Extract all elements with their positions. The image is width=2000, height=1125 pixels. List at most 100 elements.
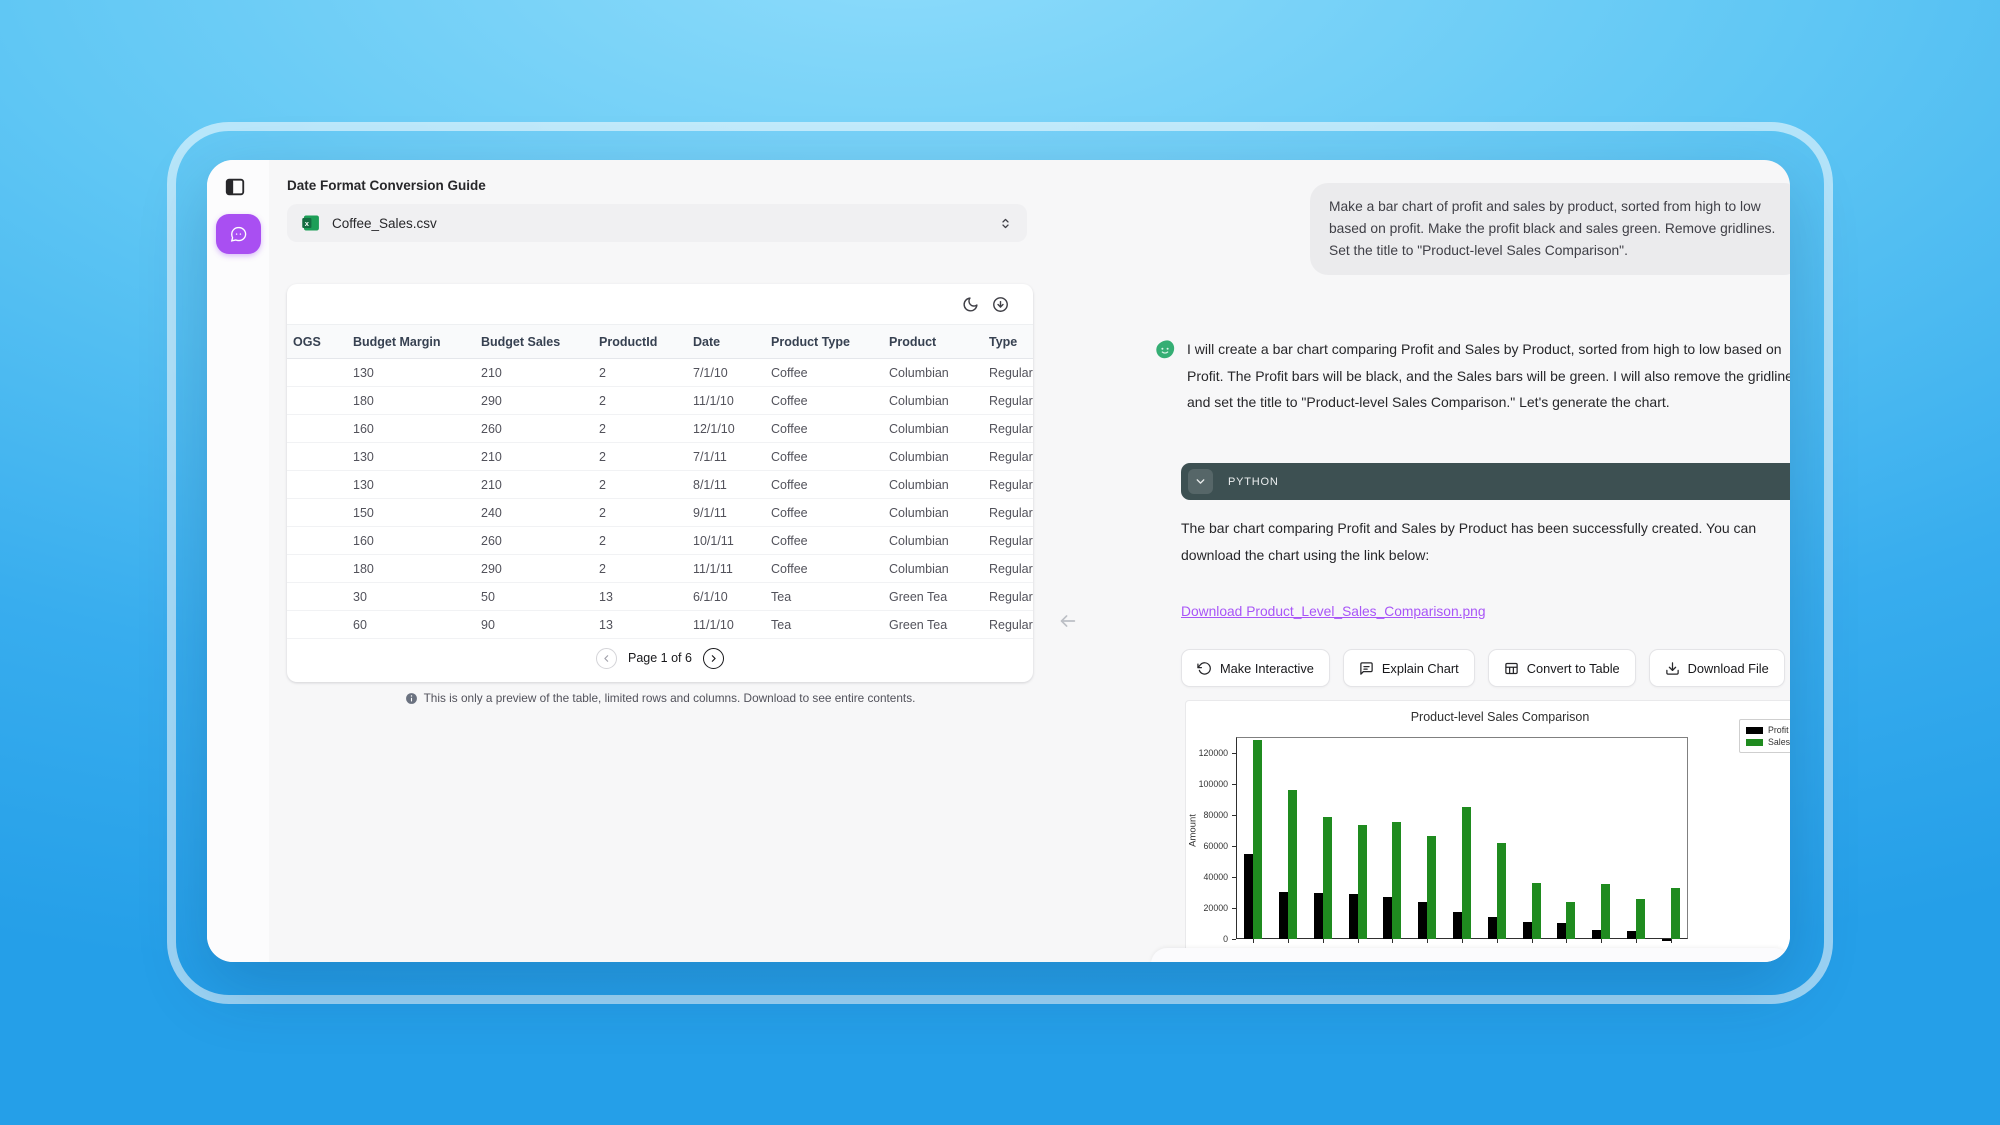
make-interactive-icon: [1197, 661, 1212, 676]
chat-input-partial[interactable]: [1151, 948, 1790, 962]
prev-page-button[interactable]: [596, 648, 617, 669]
table-cell: Regular: [975, 611, 1033, 639]
table-cell: Regular: [975, 387, 1033, 415]
column-header: Type: [975, 325, 1033, 359]
bar-sales: [1497, 843, 1506, 939]
table-cell: [287, 471, 339, 499]
assistant-avatar: [1153, 338, 1177, 362]
x-tick-mark: [1636, 939, 1637, 943]
table-cell: Regular: [975, 471, 1033, 499]
chart-legend: ProfitSales: [1739, 719, 1790, 753]
table-row: 13021027/1/10CoffeeColumbianRegular: [287, 359, 1033, 387]
table-row: 160260212/1/10CoffeeColumbianRegular: [287, 415, 1033, 443]
table-cell: [287, 387, 339, 415]
bar-profit: [1349, 894, 1358, 939]
bar-profit: [1279, 892, 1288, 939]
table-cell: 2: [585, 387, 679, 415]
assistant-message: I will create a bar chart comparing Prof…: [1153, 336, 1790, 416]
download-chart-link[interactable]: Download Product_Level_Sales_Comparison.…: [1181, 604, 1486, 619]
action-explain-chart-button[interactable]: Explain Chart: [1343, 649, 1475, 687]
table-cell: [287, 527, 339, 555]
bar-profit: [1592, 930, 1601, 939]
table-cell: 10/1/11: [679, 527, 757, 555]
table-cell: Regular: [975, 443, 1033, 471]
user-message-bubble: Make a bar chart of profit and sales by …: [1310, 183, 1790, 275]
action-convert-to-table-button[interactable]: Convert to Table: [1488, 649, 1636, 687]
table-cell: Coffee: [757, 387, 875, 415]
table-cell: 210: [467, 359, 585, 387]
table-cell: 240: [467, 499, 585, 527]
legend-entry: Profit: [1746, 724, 1790, 736]
bar-sales: [1288, 790, 1297, 939]
y-tick-label: 100000: [1188, 779, 1228, 789]
code-collapse-button[interactable]: [1188, 469, 1213, 494]
table-cell: Coffee: [757, 527, 875, 555]
bar-sales: [1636, 899, 1645, 939]
table-row: 3050136/1/10TeaGreen TeaRegular: [287, 583, 1033, 611]
table-preview-card: OGSBudget MarginBudget SalesProductIdDat…: [287, 284, 1033, 682]
action-download-file-button[interactable]: Download File: [1649, 649, 1785, 687]
y-tick-mark: [1232, 908, 1236, 909]
convert-to-table-icon: [1504, 661, 1519, 676]
code-block-header[interactable]: PYTHON: [1181, 463, 1790, 500]
legend-entry: Sales: [1746, 736, 1790, 748]
bar-sales: [1566, 902, 1575, 939]
table-cell: 130: [339, 443, 467, 471]
table-cell: Coffee: [757, 471, 875, 499]
table-cell: Green Tea: [875, 611, 975, 639]
x-tick-mark: [1392, 939, 1393, 943]
column-header: Product Type: [757, 325, 875, 359]
sidebar-toggle-icon[interactable]: [224, 176, 246, 198]
table-cell: Coffee: [757, 415, 875, 443]
y-tick-label: 0: [1188, 934, 1228, 944]
bar-sales: [1358, 825, 1367, 939]
chart-card: Product-level Sales Comparison Amount 02…: [1185, 700, 1790, 962]
bar-profit: [1662, 939, 1671, 941]
bar-profit: [1557, 923, 1566, 939]
y-tick-label: 20000: [1188, 903, 1228, 913]
table-cell: 130: [339, 471, 467, 499]
bar-profit: [1488, 917, 1497, 939]
table-cell: [287, 415, 339, 443]
file-selector[interactable]: x Coffee_Sales.csv: [287, 204, 1027, 242]
table-cell: 11/1/10: [679, 611, 757, 639]
next-page-button[interactable]: [703, 648, 724, 669]
table-cell: 180: [339, 555, 467, 583]
table-cell: 8/1/11: [679, 471, 757, 499]
download-circle-icon[interactable]: [992, 296, 1009, 313]
bar-profit: [1314, 893, 1323, 939]
bar-profit: [1523, 922, 1532, 939]
collapse-panel-arrow-icon[interactable]: [1057, 610, 1079, 632]
bar-sales: [1532, 883, 1541, 939]
bar-sales: [1671, 888, 1680, 939]
y-tick-mark: [1232, 815, 1236, 816]
table-cell: 90: [467, 611, 585, 639]
y-tick-label: 60000: [1188, 841, 1228, 851]
table-cell: 150: [339, 499, 467, 527]
y-tick-mark: [1232, 939, 1236, 940]
sidebar-item-chat[interactable]: [216, 214, 261, 254]
table-toolbar: [287, 284, 1033, 324]
table-cell: 160: [339, 527, 467, 555]
table-cell: [287, 583, 339, 611]
table-cell: Columbian: [875, 359, 975, 387]
column-header: Product: [875, 325, 975, 359]
bar-profit: [1244, 854, 1253, 939]
y-tick-label: 80000: [1188, 810, 1228, 820]
x-tick-mark: [1462, 939, 1463, 943]
table-cell: 12/1/10: [679, 415, 757, 443]
table-row: 160260210/1/11CoffeeColumbianRegular: [287, 527, 1033, 555]
table-cell: 11/1/10: [679, 387, 757, 415]
action-label: Make Interactive: [1220, 661, 1314, 676]
table-cell: Regular: [975, 415, 1033, 443]
table-cell: 290: [467, 387, 585, 415]
column-header: Budget Margin: [339, 325, 467, 359]
legend-label: Sales: [1768, 737, 1790, 747]
download-file-icon: [1665, 661, 1680, 676]
bar-sales: [1427, 836, 1436, 939]
table-row: 180290211/1/10CoffeeColumbianRegular: [287, 387, 1033, 415]
action-label: Convert to Table: [1527, 661, 1620, 676]
preview-note-text: This is only a preview of the table, lim…: [424, 691, 916, 705]
dark-mode-moon-icon[interactable]: [962, 296, 979, 313]
action-make-interactive-button[interactable]: Make Interactive: [1181, 649, 1330, 687]
